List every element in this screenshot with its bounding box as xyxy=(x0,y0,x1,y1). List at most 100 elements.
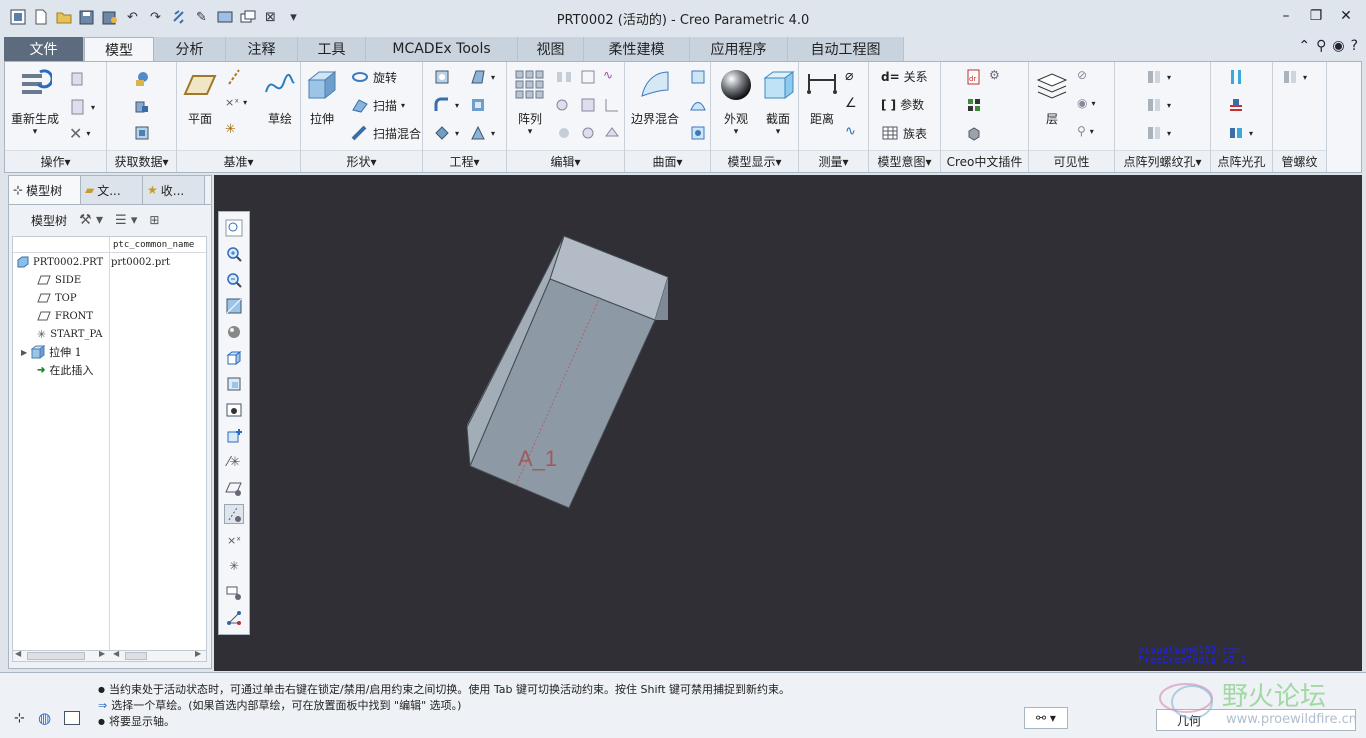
search-icon[interactable]: ⚲ xyxy=(1316,38,1326,54)
thicken-icon[interactable] xyxy=(579,124,597,142)
show-icon[interactable]: ☰ ▾ xyxy=(115,213,137,228)
group-label-get-data[interactable]: 获取数据 ▾ xyxy=(107,150,176,172)
column-header[interactable]: ptc_common_name xyxy=(13,237,206,253)
settings-icon[interactable]: ⚒ ▾ xyxy=(79,212,103,228)
tab-mcadex-tools[interactable]: MCADEx Tools xyxy=(366,37,518,61)
plugin-gear-icon[interactable]: ⚙ xyxy=(989,68,1000,82)
tree-row-front[interactable]: FRONT xyxy=(13,307,206,325)
group-label-visibility[interactable]: 可见性 xyxy=(1029,150,1114,172)
shrinkwrap-icon[interactable] xyxy=(133,124,151,142)
tab-auto-drawing[interactable]: 自动工程图 xyxy=(788,37,904,61)
pipe-thread-icon[interactable]: ▾ xyxy=(1281,68,1307,86)
community-icon[interactable]: ◉ xyxy=(1332,38,1344,54)
appearance-dropdown-icon[interactable]: ▾ xyxy=(734,127,739,137)
appearance-button[interactable]: 外观 ▾ xyxy=(719,68,753,137)
regenerate-button[interactable]: 重新生成 ▾ xyxy=(11,68,59,137)
suppress-icon[interactable]: ⚲ ▾ xyxy=(1077,124,1094,138)
plugin-cube-icon[interactable] xyxy=(965,124,983,142)
refit-icon[interactable] xyxy=(224,218,244,238)
copy-icon[interactable] xyxy=(69,70,87,88)
freestyle-icon[interactable] xyxy=(689,124,707,142)
style-icon[interactable] xyxy=(689,96,707,114)
spin-center-display-icon[interactable] xyxy=(224,582,244,602)
pattern-dropdown-icon[interactable]: ▾ xyxy=(528,127,533,137)
view-manager-icon[interactable] xyxy=(224,374,244,394)
intersect-icon[interactable] xyxy=(555,124,573,142)
revolve-button[interactable]: 旋转 xyxy=(351,68,397,86)
diameter-icon[interactable]: ⌀ xyxy=(845,68,853,84)
thread-hole-icon-3[interactable]: ▾ xyxy=(1145,124,1171,142)
group-label-plain-hole[interactable]: 点阵光孔 xyxy=(1211,150,1272,172)
browser-toggle-icon[interactable]: ◍ xyxy=(38,709,51,727)
tab-applications[interactable]: 应用程序 xyxy=(690,37,788,61)
tree-filter-icon[interactable]: ⊞ xyxy=(149,213,159,227)
tab-annotate[interactable]: 注释 xyxy=(226,37,298,61)
graphics-window[interactable]: A_1 visualsan@163.com FreeCreoTools v2.1 xyxy=(214,175,1362,671)
pattern-button[interactable]: 阵列 ▾ xyxy=(513,68,547,137)
round-icon[interactable]: ▾ xyxy=(433,96,459,114)
find-icon[interactable]: ⚯ ▾ xyxy=(1024,707,1068,729)
tree-row-side[interactable]: SIDE xyxy=(13,271,206,289)
tab-tools[interactable]: 工具 xyxy=(298,37,366,61)
horizontal-scrollbar[interactable]: ◀ ▶ ◀ ▶ xyxy=(12,649,207,662)
group-label-model-display[interactable]: 模型显示 ▾ xyxy=(711,150,798,172)
parameters-button[interactable]: [ ] 参数 xyxy=(881,96,924,113)
zoom-in-icon[interactable] xyxy=(224,244,244,264)
layer-button[interactable]: 层 xyxy=(1035,68,1069,127)
group-label-creo-plugin[interactable]: Creo中文插件 xyxy=(941,150,1028,172)
mirror-icon[interactable] xyxy=(555,68,573,86)
plugin-grid-icon[interactable] xyxy=(965,96,983,114)
sketch-button[interactable]: 草绘 xyxy=(263,68,297,127)
length-icon[interactable]: ∿ xyxy=(845,124,856,139)
axis-icon[interactable] xyxy=(225,68,243,86)
expand-icon[interactable]: ▶ xyxy=(21,348,27,357)
plugin-pdf-icon[interactable]: dr xyxy=(965,68,983,86)
swept-blend-button[interactable]: 扫描混合 xyxy=(351,124,421,142)
delete-icon[interactable]: ✕ ▾ xyxy=(69,124,90,143)
axis-label[interactable]: A_1 xyxy=(518,446,557,472)
tree-row-part[interactable]: PRT0002.PRT prt0002.prt xyxy=(13,253,206,271)
section-button[interactable]: 截面 ▾ xyxy=(761,68,795,137)
copy-geometry-icon[interactable] xyxy=(133,98,151,116)
paste-icon[interactable]: ▾ xyxy=(69,98,95,116)
thread-hole-icon-1[interactable]: ▾ xyxy=(1145,68,1171,86)
extend-icon[interactable] xyxy=(579,68,597,86)
axis-display-icon[interactable] xyxy=(224,504,244,524)
regenerate-dropdown-icon[interactable]: ▾ xyxy=(33,127,38,137)
group-label-measure[interactable]: 测量 ▾ xyxy=(799,150,868,172)
close-icon[interactable]: ✕ xyxy=(1334,6,1358,26)
tab-model[interactable]: 模型 xyxy=(84,37,154,61)
tab-view[interactable]: 视图 xyxy=(518,37,584,61)
group-label-model-intent[interactable]: 模型意图 ▾ xyxy=(869,150,940,172)
display-style-icon[interactable] xyxy=(224,322,244,342)
help-icon[interactable]: ? xyxy=(1351,38,1358,54)
section-dropdown-icon[interactable]: ▾ xyxy=(776,127,781,137)
spin-center-icon[interactable] xyxy=(224,426,244,446)
annotation-display-icon[interactable]: ⁄✳ xyxy=(224,452,244,472)
chamfer-icon[interactable]: ▾ xyxy=(433,124,459,142)
plain-hole-icon-1[interactable] xyxy=(1227,68,1245,86)
group-label-editing[interactable]: 编辑 ▾ xyxy=(507,150,624,172)
draft-icon[interactable]: ▾ xyxy=(469,68,495,86)
plane-button[interactable]: 平面 xyxy=(183,68,217,127)
fill-icon[interactable] xyxy=(689,68,707,86)
csys-display-icon[interactable]: ✳ xyxy=(224,556,244,576)
plane-display-icon[interactable] xyxy=(224,478,244,498)
tab-file[interactable]: 文件 xyxy=(4,37,84,61)
group-label-datum[interactable]: 基准 ▾ xyxy=(177,150,300,172)
group-label-surfaces[interactable]: 曲面 ▾ xyxy=(625,150,710,172)
group-label-engineering[interactable]: 工程 ▾ xyxy=(423,150,506,172)
saved-orientations-icon[interactable] xyxy=(224,348,244,368)
hide-icon[interactable]: ⊘ xyxy=(1077,68,1087,82)
perspective-view-icon[interactable] xyxy=(224,400,244,420)
plain-hole-icon-2[interactable] xyxy=(1227,96,1245,114)
thread-hole-icon-2[interactable]: ▾ xyxy=(1145,96,1171,114)
hole-icon[interactable] xyxy=(433,68,451,86)
part-model[interactable] xyxy=(214,175,1362,671)
angle-icon[interactable]: ∠ xyxy=(845,96,857,111)
tree-row-extrude[interactable]: ▶ 拉伸 1 xyxy=(13,343,206,361)
solidify-icon[interactable] xyxy=(603,124,621,142)
sweep-button[interactable]: 扫描 ▾ xyxy=(351,96,405,114)
coordinate-system-icon[interactable]: ✳ xyxy=(225,122,236,137)
minimize-icon[interactable]: – xyxy=(1274,6,1298,26)
